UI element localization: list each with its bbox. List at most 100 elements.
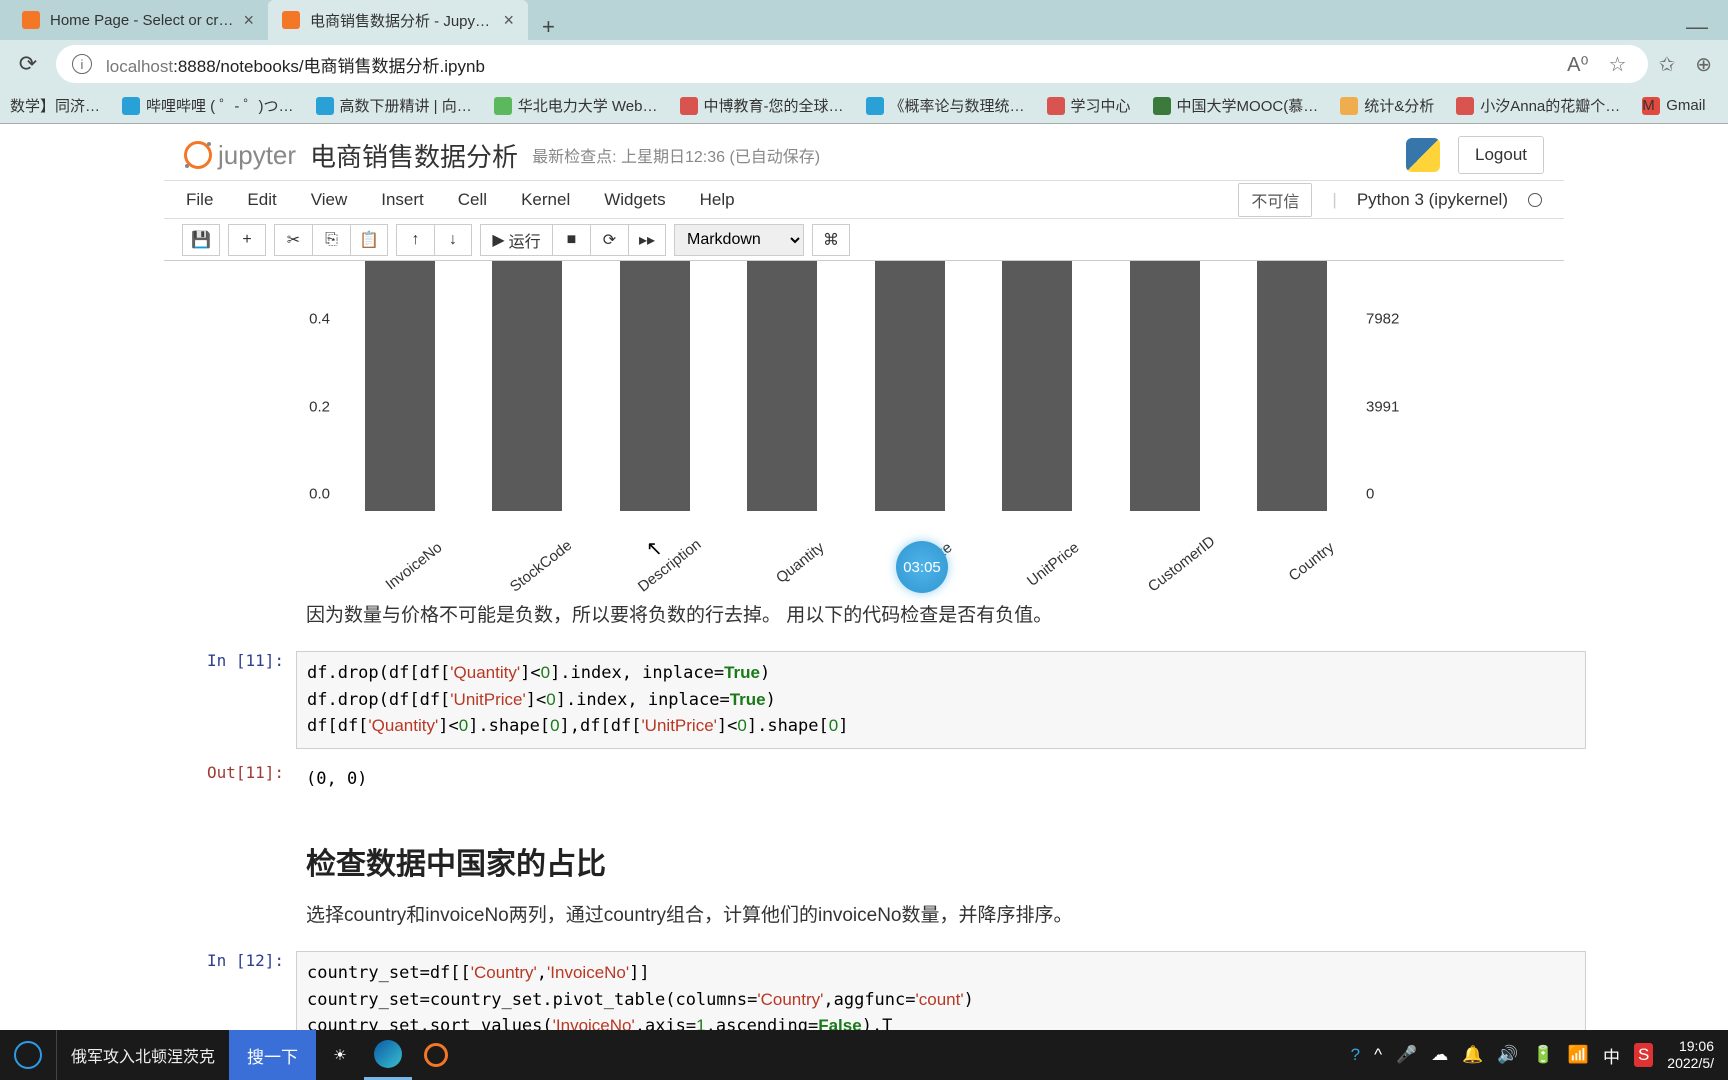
minimize-icon[interactable]: — [1686,14,1708,40]
cell-type-select[interactable]: Markdown [674,224,804,256]
bar [1257,261,1327,511]
reader-icon[interactable]: A⁰ [1567,52,1588,77]
markdown-text: 选择country和invoiceNo两列，通过country组合，计算他们的i… [306,901,1586,931]
bm-icon [494,97,512,115]
logo-icon [184,141,212,169]
clock[interactable]: 19:06 2022/5/ [1667,1038,1714,1072]
kernel-name[interactable]: Python 3 (ipykernel) [1357,190,1508,210]
ytick: 0.0 [286,486,330,503]
bar [365,261,435,511]
help-icon[interactable]: ? [1351,1045,1360,1065]
xlabel: Country [1272,539,1338,595]
menu-view[interactable]: View [311,190,348,210]
bm-icon [1153,97,1171,115]
menu-widgets[interactable]: Widgets [604,190,665,210]
bookmark-item[interactable]: MGmail [1642,97,1705,115]
edge-icon [374,1040,402,1068]
move-up-button[interactable]: ↑ [396,224,434,256]
bookmark-item[interactable]: 中博教育-您的全球… [680,95,844,116]
task-icon-jupyter[interactable] [412,1030,460,1080]
ytick-right: 3991 [1366,398,1436,415]
ie-button[interactable] [0,1030,56,1080]
toolbar: 💾 + ✂ ⎘ 📋 ↑ ↓ ▶ 运行 ■ ⟳ ▸▸ Markdown ⌘ [164,219,1564,261]
ime-icon[interactable]: 中 [1603,1043,1620,1068]
xlabel: Quantity [762,539,828,595]
copy-button[interactable]: ⎘ [312,224,350,256]
bookmark-item[interactable]: 统计&分析 [1340,95,1434,116]
favorites-icon[interactable]: ✩ [1658,52,1675,77]
markdown-heading: 检查数据中国家的占比 [306,839,1586,883]
menu-cell[interactable]: Cell [458,190,487,210]
add-cell-button[interactable]: + [228,224,266,256]
battery-icon[interactable]: 🔋 [1533,1045,1554,1065]
menu-file[interactable]: File [186,190,213,210]
restart-button[interactable]: ⟳ [590,224,628,256]
bell-icon[interactable]: 🔔 [1462,1045,1483,1065]
browser-tab-home[interactable]: Home Page - Select or create a n × [8,0,268,40]
bookmark-item[interactable]: 哔哩哔哩 ( ゜- ゜)つ… [122,95,294,116]
address-bar[interactable]: i localhost:8888/notebooks/电商销售数据分析.ipyn… [56,45,1648,83]
paste-button[interactable]: 📋 [350,224,388,256]
bar [620,261,690,511]
favicon-icon [22,11,40,29]
notebook-title[interactable]: 电商销售数据分析 [310,137,518,174]
markdown-text: 因为数量与价格不可能是负数，所以要将负数的行去掉。 用以下的代码检查是否有负值。 [306,601,1586,631]
url-host: localhost [106,57,173,76]
bm-icon [680,97,698,115]
jupyter-icon [424,1043,448,1067]
restart-run-all-button[interactable]: ▸▸ [628,224,666,256]
code-cell-11[interactable]: In [11]: df.drop(df[df['Quantity']<0].in… [186,651,1586,749]
menu-edit[interactable]: Edit [247,190,276,210]
timestamp-badge: 03:05 [896,541,948,593]
tab-title: Home Page - Select or create a n [50,12,233,29]
new-tab-button[interactable]: + [528,14,569,40]
bookmark-item[interactable]: 学习中心 [1047,95,1131,116]
microphone-icon[interactable]: 🎤 [1396,1045,1417,1065]
chevron-up-icon[interactable]: ^ [1374,1045,1382,1065]
address-row: ⟳ i localhost:8888/notebooks/电商销售数据分析.ip… [0,40,1728,88]
stop-button[interactable]: ■ [552,224,590,256]
task-icon-edge[interactable] [364,1030,412,1080]
volume-icon[interactable]: 🔊 [1497,1045,1518,1065]
cut-button[interactable]: ✂ [274,224,312,256]
clock-date: 2022/5/ [1667,1055,1714,1072]
menu-help[interactable]: Help [700,190,735,210]
close-icon[interactable]: × [503,10,514,31]
code-input[interactable]: country_set=df[['Country','InvoiceNo']] … [296,951,1586,1030]
save-button[interactable]: 💾 [182,224,220,256]
bm-icon [1456,97,1474,115]
star-icon[interactable]: ☆ [1609,52,1627,77]
onedrive-icon[interactable]: ☁ [1431,1045,1448,1065]
code-input[interactable]: df.drop(df[df['Quantity']<0].index, inpl… [296,651,1586,749]
bookmark-item[interactable]: 小汐Anna的花瓣个… [1456,95,1620,116]
out-prompt: Out[11]: [186,763,296,795]
code-cell-12[interactable]: In [12]: country_set=df[['Country','Invo… [186,951,1586,1030]
news-widget[interactable]: 俄军攻入北顿涅茨克 [56,1030,229,1080]
task-icon-weather[interactable]: ☀ [316,1030,364,1080]
search-box[interactable]: 搜一下 [229,1030,316,1080]
move-down-button[interactable]: ↓ [434,224,472,256]
cursor-icon: ↖ [646,536,663,561]
close-icon[interactable]: × [243,10,254,31]
jupyter-logo[interactable]: jupyter [184,140,296,171]
browser-tab-notebook[interactable]: 电商销售数据分析 - Jupyter Note × [268,0,528,40]
command-palette-button[interactable]: ⌘ [812,224,850,256]
chart-output: 0.0 0.2 0.4 0 3991 7982 InvoiceNoStockCo… [296,261,1586,561]
logout-button[interactable]: Logout [1458,136,1544,174]
bookmark-item[interactable]: 高数下册精讲 | 向… [316,95,472,116]
menu-kernel[interactable]: Kernel [521,190,570,210]
trusted-button[interactable]: 不可信 [1238,183,1312,217]
collections-icon[interactable]: ⊕ [1695,52,1712,77]
ime2-icon[interactable]: S [1634,1043,1653,1067]
bookmark-item[interactable]: 数学】同济… [10,95,100,116]
logo-text: jupyter [218,140,296,171]
bookmark-item[interactable]: 《概率论与数理统… [866,95,1025,116]
site-info-icon[interactable]: i [72,54,92,74]
bookmark-item[interactable]: 华北电力大学 Web… [494,95,658,116]
clock-time: 19:06 [1667,1038,1714,1055]
bookmark-item[interactable]: 中国大学MOOC(慕… [1153,95,1319,116]
wifi-icon[interactable]: 📶 [1568,1045,1589,1065]
run-button[interactable]: ▶ 运行 [480,224,552,256]
refresh-button[interactable]: ⟳ [10,46,46,82]
menu-insert[interactable]: Insert [381,190,424,210]
